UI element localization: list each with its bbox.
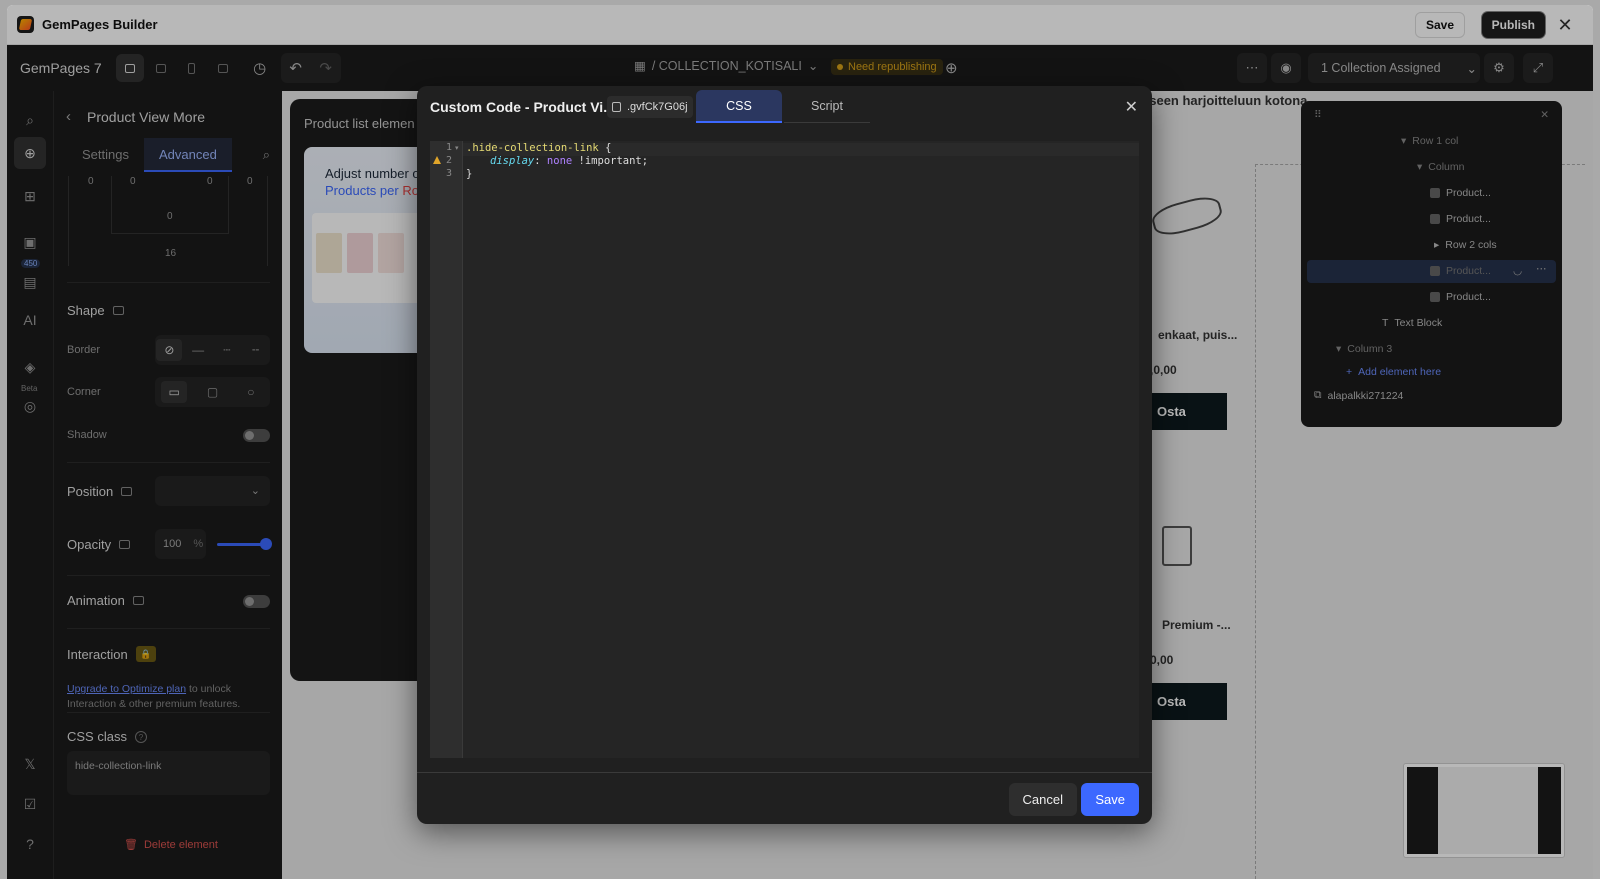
css-selector: .hide-collection-link bbox=[466, 142, 599, 154]
line-number-gutter bbox=[430, 141, 463, 758]
close-icon[interactable]: ✕ bbox=[1125, 97, 1138, 117]
save-button[interactable]: Save bbox=[1081, 783, 1139, 816]
css-value: none bbox=[546, 155, 573, 167]
cancel-button[interactable]: Cancel bbox=[1008, 783, 1077, 816]
element-id-chip[interactable]: .gvfCk7G06j bbox=[607, 96, 693, 118]
code-line: } bbox=[466, 168, 473, 180]
line-number: 3 bbox=[446, 168, 453, 179]
fold-arrow-icon[interactable]: ▾ bbox=[455, 144, 459, 152]
code-colon: : bbox=[534, 155, 547, 167]
tab-script[interactable]: Script bbox=[784, 90, 870, 123]
warning-icon[interactable] bbox=[433, 156, 441, 164]
code-editor[interactable]: 1 ▾ 2 3 .hide-collection-link { display:… bbox=[430, 141, 1139, 758]
code-line: .hide-collection-link { bbox=[466, 142, 611, 154]
line-number: 1 bbox=[446, 142, 453, 153]
code-brace: { bbox=[598, 142, 612, 154]
css-property: display bbox=[490, 155, 535, 167]
modal-footer: Cancel Save bbox=[417, 772, 1152, 824]
element-id: .gvfCk7G06j bbox=[627, 101, 688, 113]
tab-css[interactable]: CSS bbox=[696, 90, 782, 123]
modal-title: Custom Code - Product Vi... bbox=[430, 99, 615, 115]
line-number: 2 bbox=[446, 155, 453, 166]
code-line: display: none !important; bbox=[490, 155, 648, 167]
copy-icon bbox=[612, 102, 621, 112]
custom-code-modal: Custom Code - Product Vi... .gvfCk7G06j … bbox=[417, 86, 1152, 824]
css-important: !important; bbox=[572, 155, 649, 167]
